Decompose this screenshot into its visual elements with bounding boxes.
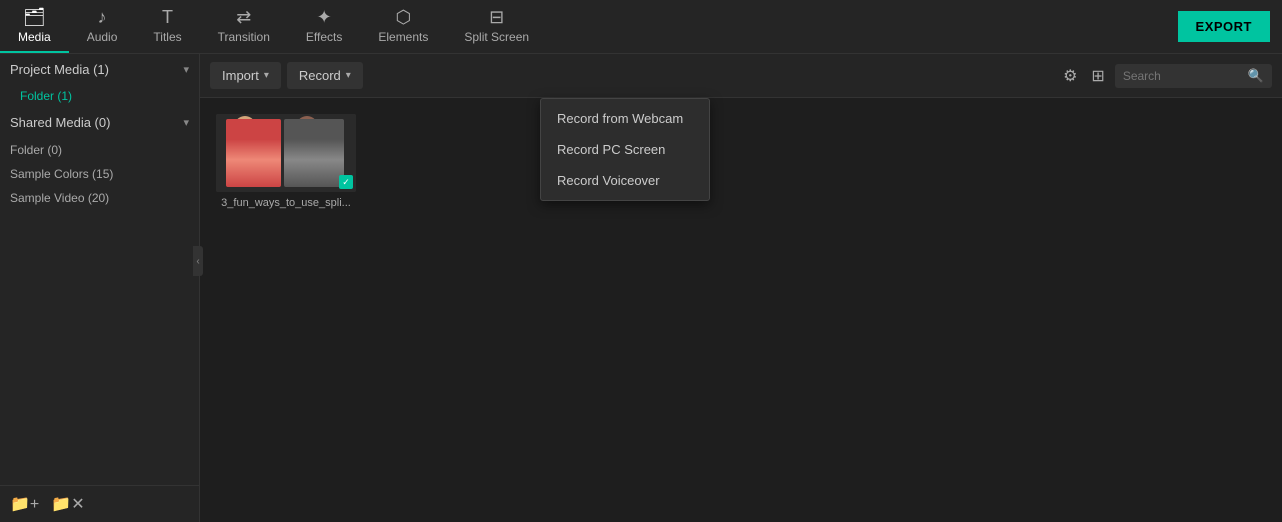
thumb-person-right [284,119,344,187]
nav-item-titles[interactable]: T Titles [135,0,199,53]
nav-item-media[interactable]: 🗂 Media [0,0,69,53]
project-media-label: Project Media (1) [10,62,109,77]
effects-icon: ✦ [317,8,332,26]
thumb-check-icon: ✓ [339,175,353,189]
sidebar-collapse-handle[interactable]: ‹ [193,246,203,276]
record-voiceover-item[interactable]: Record Voiceover [541,165,709,196]
media-item-0[interactable]: ✓ 3_fun_ways_to_use_spli... [216,114,356,209]
filter-icon[interactable]: ⚙ [1059,62,1081,90]
nav-label-audio: Audio [87,30,118,44]
export-button[interactable]: EXPORT [1178,11,1270,42]
nav-item-elements[interactable]: ⬡ Elements [360,0,446,53]
sidebar-item-sample-colors[interactable]: Sample Colors (15) [0,162,199,186]
chevron-down-icon-2: ▾ [183,116,189,129]
search-icon: 🔍 [1248,68,1264,84]
elements-icon: ⬡ [396,8,412,26]
nav-item-effects[interactable]: ✦ Effects [288,0,360,53]
top-nav: 🗂 Media ♪ Audio T Titles ⇄ Transition ✦ … [0,0,1282,54]
grid-view-icon[interactable]: ⊞ [1087,62,1108,90]
thumb-video-0: ✓ [216,114,356,192]
nav-label-elements: Elements [378,30,428,44]
record-button[interactable]: Record ▾ [287,62,363,89]
add-folder-icon[interactable]: 📁+ [10,494,39,514]
sidebar-footer: 📁+ 📁✕ [0,485,199,522]
sidebar-section-project-media[interactable]: Project Media (1) ▾ [0,54,199,85]
nav-label-effects: Effects [306,30,342,44]
media-thumb-0: ✓ [216,114,356,192]
record-chevron-icon: ▾ [346,70,351,81]
toolbar-right: ⚙ ⊞ 🔍 [1059,62,1272,90]
titles-icon: T [162,8,173,26]
nav-item-audio[interactable]: ♪ Audio [69,0,136,53]
content-area: Import ▾ Record ▾ ⚙ ⊞ 🔍 Record from Webc… [200,54,1282,522]
transition-icon: ⇄ [236,8,251,26]
nav-item-transition[interactable]: ⇄ Transition [200,0,288,53]
main-area: Project Media (1) ▾ Folder (1) Shared Me… [0,54,1282,522]
record-webcam-item[interactable]: Record from Webcam [541,103,709,134]
sidebar-section-shared-media[interactable]: Shared Media (0) ▾ [0,107,199,138]
sidebar: Project Media (1) ▾ Folder (1) Shared Me… [0,54,200,522]
import-label: Import [222,68,259,83]
media-icon: 🗂 [23,8,46,26]
nav-item-splitscreen[interactable]: ⊟ Split Screen [446,0,547,53]
nav-label-titles: Titles [153,30,181,44]
nav-label-splitscreen: Split Screen [464,30,529,44]
search-input[interactable] [1123,69,1243,83]
media-label-0: 3_fun_ways_to_use_spli... [216,197,356,209]
remove-folder-icon[interactable]: 📁✕ [51,494,84,514]
thumb-person-left [226,119,281,187]
import-chevron-icon: ▾ [264,70,269,81]
sidebar-sub-folder-1[interactable]: Folder (1) [0,85,199,107]
record-label: Record [299,68,341,83]
import-button[interactable]: Import ▾ [210,62,281,89]
nav-label-transition: Transition [218,30,270,44]
record-dropdown-menu: Record from Webcam Record PC Screen Reco… [540,98,710,201]
nav-label-media: Media [18,30,51,44]
audio-icon: ♪ [98,8,107,26]
search-box: 🔍 [1115,64,1272,88]
splitscreen-icon: ⊟ [489,8,504,26]
chevron-down-icon: ▾ [183,63,189,76]
shared-media-label: Shared Media (0) [10,115,110,130]
sidebar-item-sample-video[interactable]: Sample Video (20) [0,186,199,210]
sidebar-sub-folder-2[interactable]: Folder (0) [0,138,199,162]
toolbar: Import ▾ Record ▾ ⚙ ⊞ 🔍 [200,54,1282,98]
record-screen-item[interactable]: Record PC Screen [541,134,709,165]
media-grid: ✓ 3_fun_ways_to_use_spli... [200,98,1282,522]
